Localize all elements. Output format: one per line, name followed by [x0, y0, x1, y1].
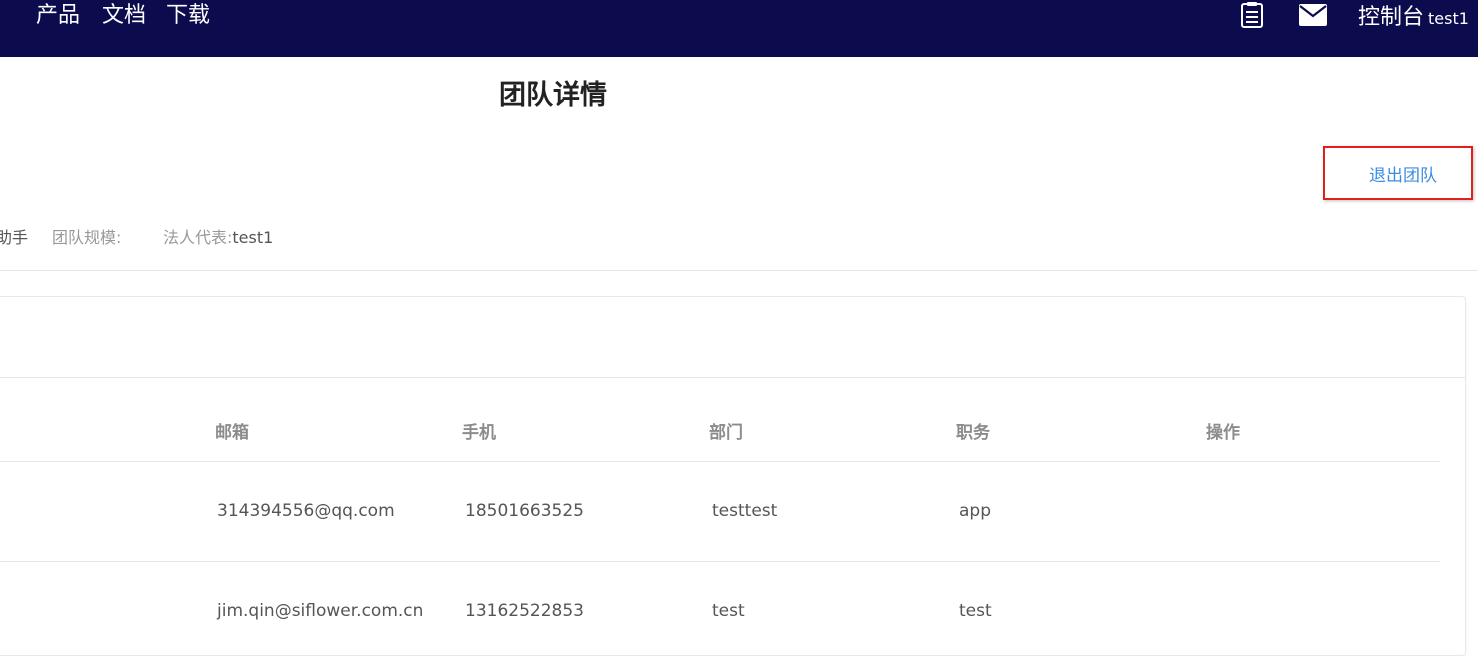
legal-representative: 法人代表:test1	[163, 226, 273, 250]
team-scale: 团队规模:	[52, 226, 121, 250]
cell-position: test	[959, 601, 992, 621]
exit-team-button[interactable]: 退出团队	[1323, 146, 1473, 200]
team-name-fragment: 助手	[0, 228, 29, 247]
column-header-email: 邮箱	[215, 423, 249, 443]
cell-phone: 18501663525	[465, 501, 584, 521]
column-header-position: 职务	[956, 423, 990, 443]
cell-department: test	[712, 601, 745, 621]
table-header-divider	[0, 461, 1440, 462]
console-link[interactable]: 控制台 test1	[1358, 2, 1469, 34]
legal-rep-value: test1	[232, 228, 274, 247]
legal-rep-label: 法人代表:	[163, 228, 233, 247]
nav-products[interactable]: 产品	[36, 0, 80, 32]
top-navbar: 产品 文档 下载 控制台 test1	[0, 0, 1478, 57]
column-header-phone: 手机	[462, 423, 496, 443]
column-header-department: 部门	[709, 423, 743, 443]
username: test1	[1428, 9, 1469, 28]
page-title: 团队详情	[499, 80, 607, 111]
cell-email: jim.qin@siflower.com.cn	[217, 601, 424, 621]
row-divider	[0, 561, 1440, 562]
cell-position: app	[959, 501, 991, 521]
column-header-actions: 操作	[1206, 423, 1240, 443]
section-divider	[0, 270, 1478, 271]
cell-phone: 13162522853	[465, 601, 584, 621]
mail-icon[interactable]	[1298, 0, 1328, 30]
nav-downloads[interactable]: 下载	[166, 0, 210, 32]
cell-email: 314394556@qq.com	[217, 501, 395, 521]
clipboard-icon[interactable]	[1237, 0, 1267, 30]
exit-team-label: 退出团队	[1369, 165, 1437, 186]
card-header-divider	[0, 377, 1465, 378]
nav-docs[interactable]: 文档	[102, 0, 146, 32]
team-scale-label: 团队规模:	[52, 228, 122, 247]
console-label: 控制台	[1358, 5, 1425, 30]
cell-department: testtest	[712, 501, 778, 521]
